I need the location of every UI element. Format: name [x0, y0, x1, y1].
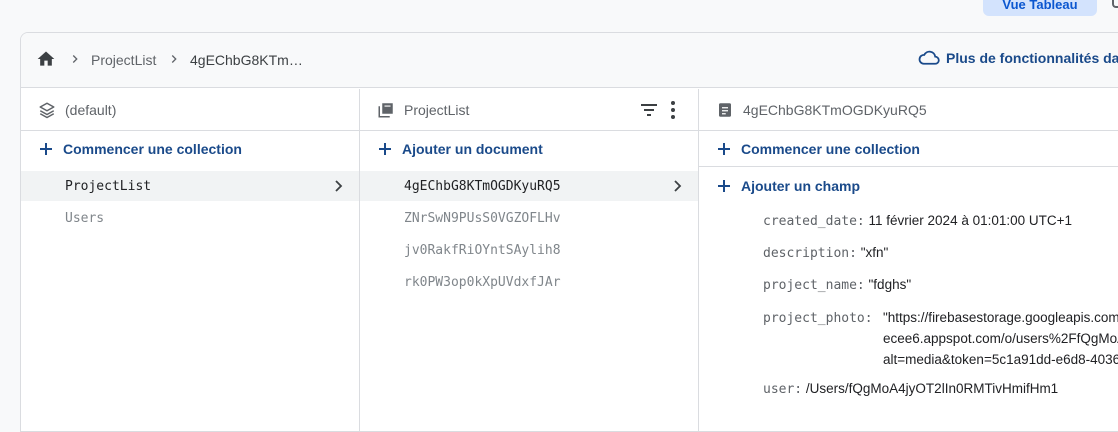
- field-value: "xfn": [860, 245, 889, 260]
- field-key: project_photo:: [763, 311, 873, 326]
- more-features-link[interactable]: Plus de fonctionnalités dar: [918, 50, 1118, 66]
- field-value: "fdghs": [868, 277, 912, 292]
- chevron-right-icon: [171, 55, 177, 63]
- root-column-title: (default): [65, 102, 117, 118]
- field-key: created_date:: [763, 214, 865, 229]
- cloud-icon: [918, 50, 940, 65]
- breadcrumb: ProjectList 4gEChbG8KTm… Plus de fonctio…: [21, 33, 1118, 88]
- home-icon[interactable]: [36, 49, 56, 69]
- field-project-photo[interactable]: project_photo:: [763, 310, 873, 326]
- start-collection-label: Commencer une collection: [63, 141, 242, 157]
- breadcrumb-collection[interactable]: ProjectList: [91, 52, 156, 68]
- field-value: 11 février 2024 à 01:01:00 UTC+1: [868, 213, 1073, 228]
- field-key: user:: [763, 382, 803, 397]
- list-item-label: rk0PW3op0kXpUVdxfJAr: [404, 274, 561, 290]
- plus-icon: [379, 143, 391, 155]
- collection-item-users[interactable]: Users: [21, 203, 359, 233]
- top-right-partial-icon: [1112, 0, 1118, 8]
- document-item[interactable]: 4gEChbG8KTmOGDKyuRQ5: [360, 171, 698, 201]
- document-column-header: 4gEChbG8KTmOGDKyuRQ5: [699, 89, 1118, 131]
- field-created-date[interactable]: created_date: 11 février 2024 à 01:01:00…: [763, 213, 1072, 229]
- chevron-right-icon: [335, 180, 343, 192]
- add-document-button[interactable]: Ajouter un document: [378, 141, 543, 157]
- document-column-title: 4gEChbG8KTmOGDKyuRQ5: [743, 102, 927, 118]
- field-key: project_name:: [763, 278, 865, 293]
- divider: [699, 166, 1118, 167]
- list-item-label: 4gEChbG8KTmOGDKyuRQ5: [404, 178, 561, 194]
- more-features-label: Plus de fonctionnalités dar: [946, 50, 1118, 66]
- start-subcollection-button[interactable]: Commencer une collection: [717, 141, 920, 157]
- field-key: description:: [763, 246, 857, 261]
- chevron-right-icon: [72, 55, 78, 63]
- breadcrumb-document[interactable]: 4gEChbG8KTm…: [190, 52, 303, 68]
- root-column-header: (default): [21, 89, 359, 131]
- start-collection-button[interactable]: Commencer une collection: [39, 141, 242, 157]
- chevron-right-icon: [674, 180, 682, 192]
- top-strip: Vue Tableau: [0, 0, 1118, 32]
- field-value-line: ecee6.appspot.com/o/users%2FfQgMoA: [883, 331, 1118, 346]
- list-item-label: ProjectList: [65, 178, 152, 194]
- collection-column: ProjectList Ajouter un document 4gEChbG8…: [360, 89, 699, 431]
- start-subcollection-label: Commencer une collection: [741, 141, 920, 157]
- document-item[interactable]: rk0PW3op0kXpUVdxfJAr: [360, 267, 698, 297]
- collection-column-header: ProjectList: [360, 89, 698, 131]
- field-description[interactable]: description: "xfn": [763, 245, 888, 261]
- field-value-line: alt=media&token=5c1a91dd-e6d8-4036-b: [883, 352, 1118, 367]
- list-item-label: Users: [65, 210, 105, 226]
- document-icon: [719, 103, 731, 117]
- collection-item-projectlist[interactable]: ProjectList: [21, 171, 359, 201]
- view-table-button[interactable]: Vue Tableau: [983, 0, 1097, 16]
- field-project-name[interactable]: project_name: "fdghs": [763, 277, 911, 293]
- more-vert-icon[interactable]: [670, 100, 676, 120]
- list-item-label: jv0RakfRiOYntSAylih8: [404, 242, 561, 258]
- document-item[interactable]: jv0RakfRiOYntSAylih8: [360, 235, 698, 265]
- firestore-panel: ProjectList 4gEChbG8KTm… Plus de fonctio…: [20, 32, 1118, 432]
- collection-icon: [378, 103, 393, 118]
- add-field-button[interactable]: Ajouter un champ: [717, 178, 860, 194]
- field-user[interactable]: user: /Users/fQgMoA4jyOT2lIn0RMTivHmifHm…: [763, 381, 1058, 397]
- plus-icon: [718, 180, 730, 192]
- database-stack-icon: [39, 102, 55, 119]
- document-item[interactable]: ZNrSwN9PUsS0VGZOFLHv: [360, 203, 698, 233]
- add-document-label: Ajouter un document: [402, 141, 543, 157]
- list-item-label: ZNrSwN9PUsS0VGZOFLHv: [404, 210, 561, 226]
- field-value-multiline: "https://firebasestorage.googleapis.com/…: [883, 307, 1118, 370]
- collection-column-title: ProjectList: [404, 102, 470, 118]
- document-column: 4gEChbG8KTmOGDKyuRQ5 Commencer une colle…: [699, 89, 1118, 431]
- filter-icon[interactable]: [639, 101, 659, 119]
- plus-icon: [40, 143, 52, 155]
- root-column: (default) Commencer une collection Proje…: [21, 89, 360, 431]
- plus-icon: [718, 143, 730, 155]
- field-value-line: "https://firebasestorage.googleapis.com/: [883, 310, 1118, 325]
- field-value: /Users/fQgMoA4jyOT2lIn0RMTivHmifHm1: [805, 381, 1059, 396]
- add-field-label: Ajouter un champ: [741, 178, 861, 194]
